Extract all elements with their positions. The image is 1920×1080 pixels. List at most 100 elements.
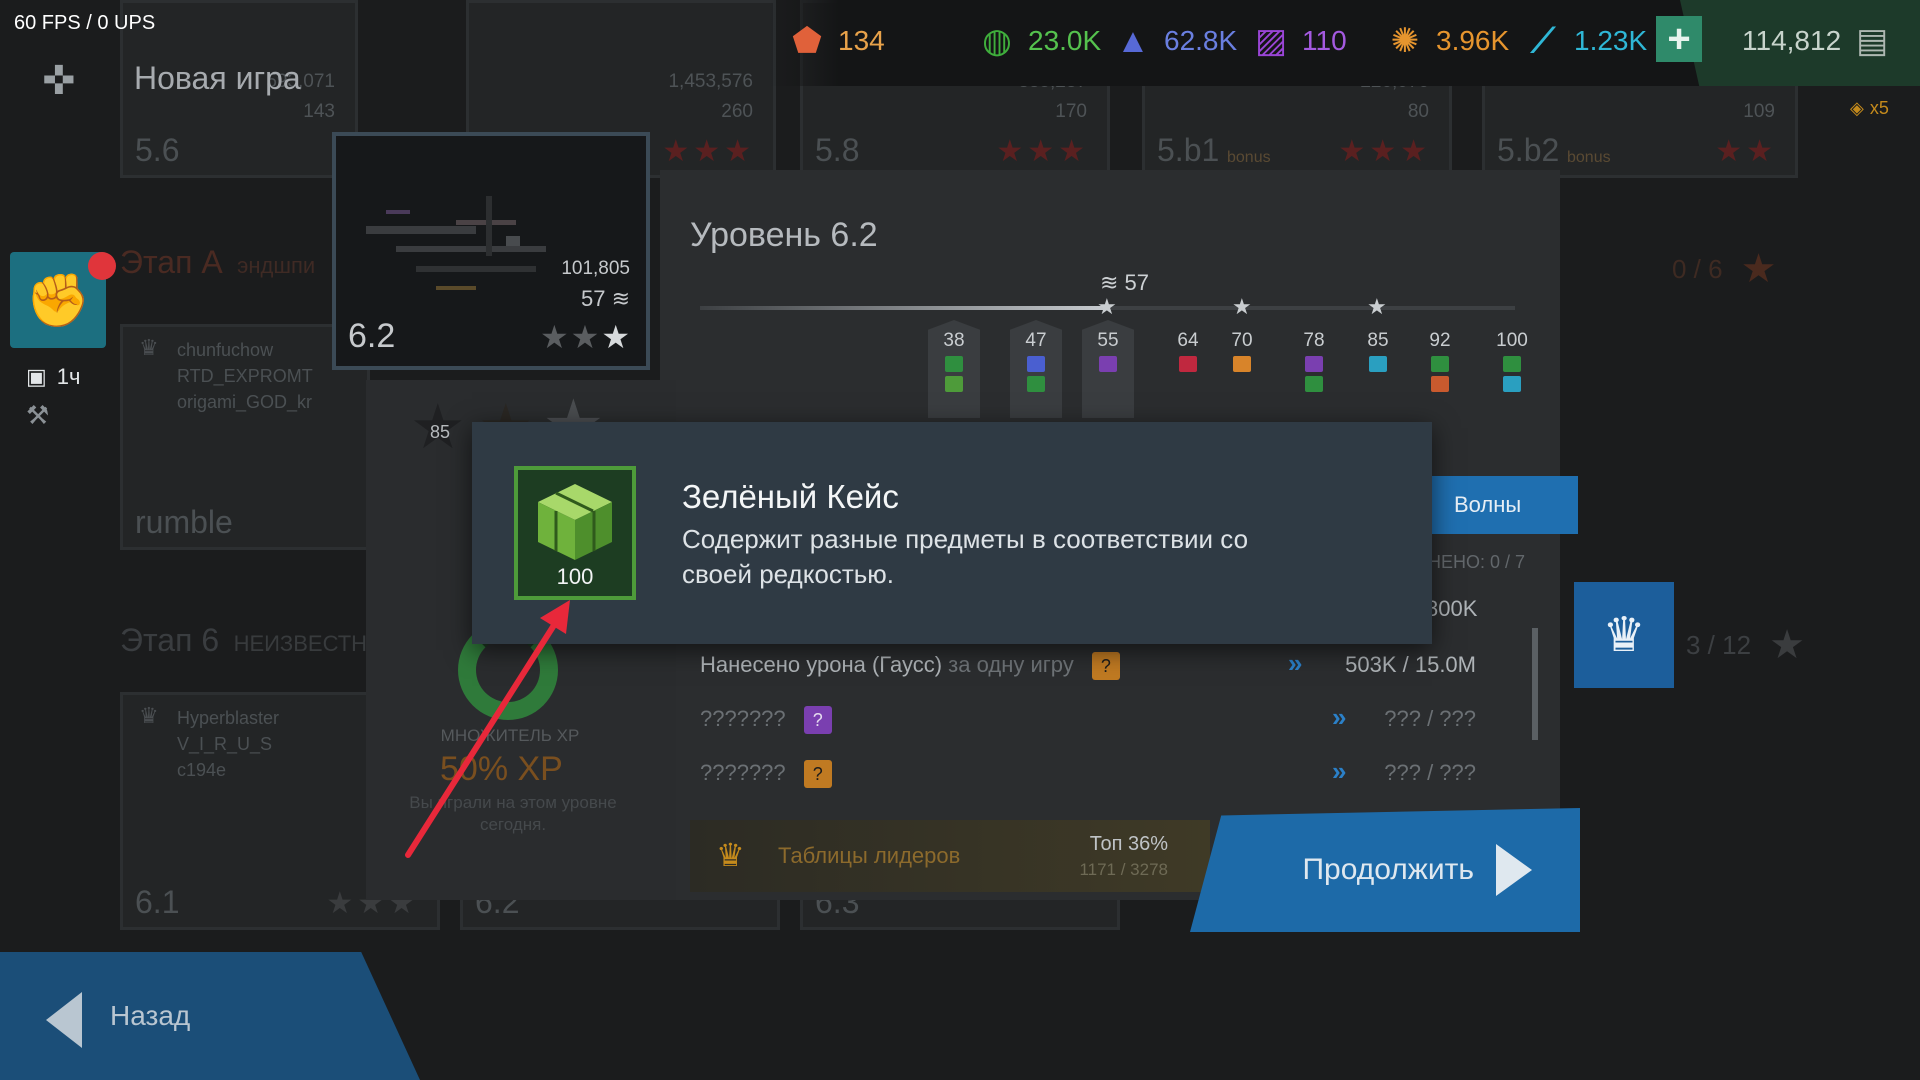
question-badge: ?: [1091, 652, 1120, 680]
player-name: V_I_R_U_S: [177, 734, 273, 754]
star-target-85: ★ 85: [410, 393, 472, 464]
level-stars: ★★★: [662, 135, 755, 168]
green-chip-icon: [1027, 376, 1045, 392]
level-thumbnail[interactable]: 101,805 57 ≋ 6.2 ★★★: [332, 132, 650, 370]
quest-row[interactable]: Нанесено урона (Гаусс) за одну игру ? » …: [700, 648, 1500, 688]
quests-scrollbar[interactable]: [1532, 628, 1538, 740]
milestone-100[interactable]: 100: [1486, 320, 1538, 418]
waves-icon: ≋: [611, 286, 630, 311]
level-stars: ★★★: [539, 319, 632, 355]
leaderboard-crown-button[interactable]: ♛: [1574, 582, 1674, 688]
fast-forward-icon: »: [1332, 756, 1347, 786]
milestone-47[interactable]: 47: [1010, 320, 1062, 418]
xp-multiplier-label: МНОЖИТЕЛЬ XP: [440, 726, 580, 745]
stage-star-icon: ★: [1740, 247, 1777, 291]
back-label: Назад: [110, 1000, 191, 1031]
tools-icon[interactable]: ⚒: [26, 400, 49, 431]
resource-value: 23.0K: [1028, 25, 1102, 56]
waves-icon: ≋: [1100, 270, 1125, 295]
resource-orange: ✺ 3.96K: [1384, 16, 1509, 66]
play-icon: [1496, 844, 1532, 896]
xp-note: Вы играли на этом уровне сегодня.: [409, 793, 617, 834]
continue-button[interactable]: Продолжить: [1190, 808, 1580, 932]
stage-subtitle: НЕИЗВЕСТНО: [233, 631, 385, 656]
level-code: 6.1: [135, 884, 180, 920]
tooltip-description: Содержит разные предметы в соответствии …: [682, 524, 1249, 589]
milestone-85[interactable]: 85: [1352, 320, 1404, 418]
green-chip-icon: [1503, 356, 1521, 372]
level-best-score: 101,805: [561, 258, 630, 279]
resource-red-gems: ⬟ 134: [786, 16, 885, 66]
leaderboard-top-percent: Топ 36%: [1089, 833, 1168, 855]
level-title: Уровень 6.2: [690, 216, 878, 254]
resource-value: 1.23K: [1574, 25, 1648, 56]
star-target-value: 85: [430, 422, 451, 442]
milestone-70[interactable]: 70: [1216, 320, 1268, 418]
green-case-icon: [538, 484, 612, 560]
green-case-icon: [945, 376, 963, 392]
chest-timer[interactable]: ▣ 1ч: [26, 364, 81, 390]
stage-6-heading: Этап 6 НЕИЗВЕСТНО: [120, 622, 384, 659]
resource-value: 110: [1302, 25, 1347, 56]
tooltip-title: Зелёный Кейс: [682, 478, 899, 515]
green-case-item[interactable]: 100: [514, 466, 636, 600]
cyan-case-icon: [1369, 356, 1387, 372]
coin-multiplier: ◈ x5: [1850, 98, 1889, 118]
milestone-92[interactable]: 92: [1414, 320, 1466, 418]
progress-star-2: ★: [1232, 294, 1252, 319]
fast-forward-icon: »: [1332, 702, 1347, 732]
quests-progress: НЕНО: 0 / 7: [1428, 552, 1526, 572]
level-code: 5.6: [135, 132, 180, 168]
back-arrow-icon: [46, 992, 82, 1048]
quest-row[interactable]: ??????? ? » ??? / ???: [700, 702, 1500, 742]
fast-forward-icon: »: [1288, 648, 1303, 678]
quest-value: 503K / 15.0M: [1345, 652, 1476, 677]
stage-star-icon: ★: [1769, 623, 1805, 667]
resource-green: ◍ 23.0K: [976, 16, 1101, 66]
waves-progress-fill: [700, 306, 1110, 310]
level-waves: 143: [303, 101, 335, 122]
coins: 114,812 ▤: [1742, 16, 1893, 66]
bonus-tag: bonus: [1567, 149, 1611, 166]
level-code: rumble: [135, 504, 233, 540]
leaderboard-label[interactable]: Таблицы лидеров: [778, 843, 960, 869]
resource-value: 62.8K: [1164, 25, 1238, 56]
milestone-78[interactable]: 78: [1288, 320, 1340, 418]
tab-waves[interactable]: Волны: [1420, 476, 1578, 534]
top-players: chunfuchow RTD_EXPROMT origami_GOD_kr: [177, 337, 313, 415]
add-resource-button[interactable]: +: [1656, 16, 1702, 62]
milestone-55[interactable]: 55: [1082, 320, 1134, 418]
green-chip-icon: [1431, 356, 1449, 372]
green-orb-icon: ◍: [982, 22, 1012, 60]
quest-row[interactable]: ??????? ? » ??? / ???: [700, 756, 1500, 796]
player-name: Hyperblaster: [177, 708, 280, 728]
level-score: 1,453,576: [668, 71, 753, 92]
resource-cyan: ⟋ 1.23K: [1522, 16, 1647, 66]
orange-cog-icon: ✺: [1390, 22, 1420, 60]
back-button[interactable]: Назад: [0, 952, 420, 1080]
milestone-64[interactable]: 64: [1162, 320, 1214, 418]
leaderboard-crown-icon: ♛: [716, 837, 745, 873]
level-code: 5.b1: [1157, 132, 1220, 168]
stage-a-stars: 0 / 6 ★: [1672, 246, 1776, 292]
level-stars: ★★★: [1338, 135, 1431, 168]
gamepad-icon[interactable]: ✜: [42, 58, 102, 108]
stage-6-stars: 3 / 12 ★: [1686, 622, 1805, 668]
purple-case-icon: [1099, 356, 1117, 372]
crown-icon: ♛: [1602, 609, 1646, 662]
crown-icon: ♛: [139, 703, 159, 728]
fist-icon: ✊: [25, 271, 91, 330]
green-chip-icon: [1305, 376, 1323, 392]
purple-stripes-icon: ▨: [1254, 22, 1288, 60]
player-name: c194e: [177, 760, 227, 780]
coins-value: 114,812: [1742, 25, 1842, 56]
stage-title: Этап А: [120, 244, 223, 280]
new-game-label[interactable]: Новая игра: [134, 60, 301, 97]
purple-case-icon: [1305, 356, 1323, 372]
cyan-case-icon: [1503, 376, 1521, 392]
ticket-icon: ◈: [1850, 98, 1864, 118]
milestone-38[interactable]: 38: [928, 320, 980, 418]
quest-label: ??????? ?: [700, 706, 832, 734]
red-gem-icon: ⬟: [792, 22, 822, 60]
banknote-icon: ▤: [1856, 22, 1889, 60]
